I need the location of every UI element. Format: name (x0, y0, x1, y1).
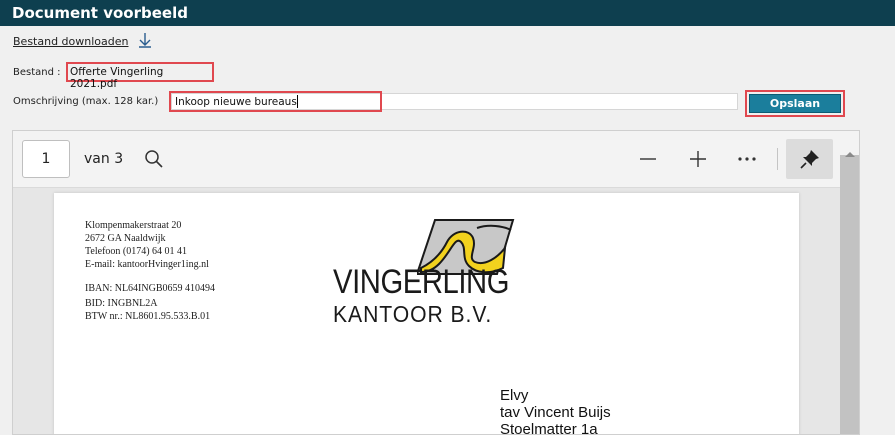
pdf-viewer: 1 van 3 Klompenmakerstraat 20 2672 GA Na… (12, 130, 860, 435)
sender-email: E-mail: kantoorHvinger1ing.nl (85, 259, 209, 270)
pin-icon[interactable] (800, 149, 820, 174)
sender-bic: BID: INGBNL2A (85, 298, 158, 309)
sender-btw: BTW nr.: NL8601.95.533.B.01 (85, 311, 211, 322)
text-caret (297, 95, 298, 108)
sender-street: Klompenmakerstraat 20 (85, 220, 182, 231)
page-number-input[interactable]: 1 (22, 140, 70, 178)
download-arrow-icon[interactable] (137, 32, 153, 53)
brand-subtitle: KANTOOR B.V. (333, 301, 493, 327)
file-label: Bestand : (13, 67, 61, 78)
scrollbar[interactable] (840, 155, 859, 434)
description-label: Omschrijving (max. 128 kar.) (13, 96, 159, 107)
pdf-toolbar: 1 van 3 (13, 131, 859, 188)
recipient-line-1: Elvy (500, 387, 529, 404)
file-name: Offerte Vingerling 2021.pdf (66, 62, 214, 90)
sender-phone: Telefoon (0174) 64 01 41 (85, 246, 188, 257)
zoom-in-icon[interactable] (688, 149, 708, 174)
sender-city: 2672 GA Naaldwijk (85, 233, 166, 244)
recipient-line-3: Stoelmatter 1a (500, 421, 598, 435)
window-title: Document voorbeeld (12, 4, 188, 22)
sender-iban: IBAN: NL64INGB0659 410494 (85, 283, 215, 294)
scroll-up-icon[interactable] (844, 145, 856, 163)
save-button[interactable]: Opslaan (749, 94, 841, 113)
pdf-page: Klompenmakerstraat 20 2672 GA Naaldwijk … (54, 193, 799, 435)
toolbar-separator (777, 148, 778, 170)
download-link[interactable]: Bestand downloaden (13, 35, 128, 48)
pin-button[interactable] (786, 139, 833, 179)
zoom-out-icon[interactable] (638, 149, 658, 174)
more-options-icon[interactable] (737, 149, 757, 174)
brand-name: VINGERLING (333, 263, 510, 301)
search-icon[interactable] (144, 149, 164, 174)
title-bar: Document voorbeeld (0, 0, 895, 26)
recipient-line-2: tav Vincent Buijs (500, 404, 611, 421)
description-input[interactable] (171, 93, 738, 110)
page-total-label: van 3 (84, 151, 124, 167)
